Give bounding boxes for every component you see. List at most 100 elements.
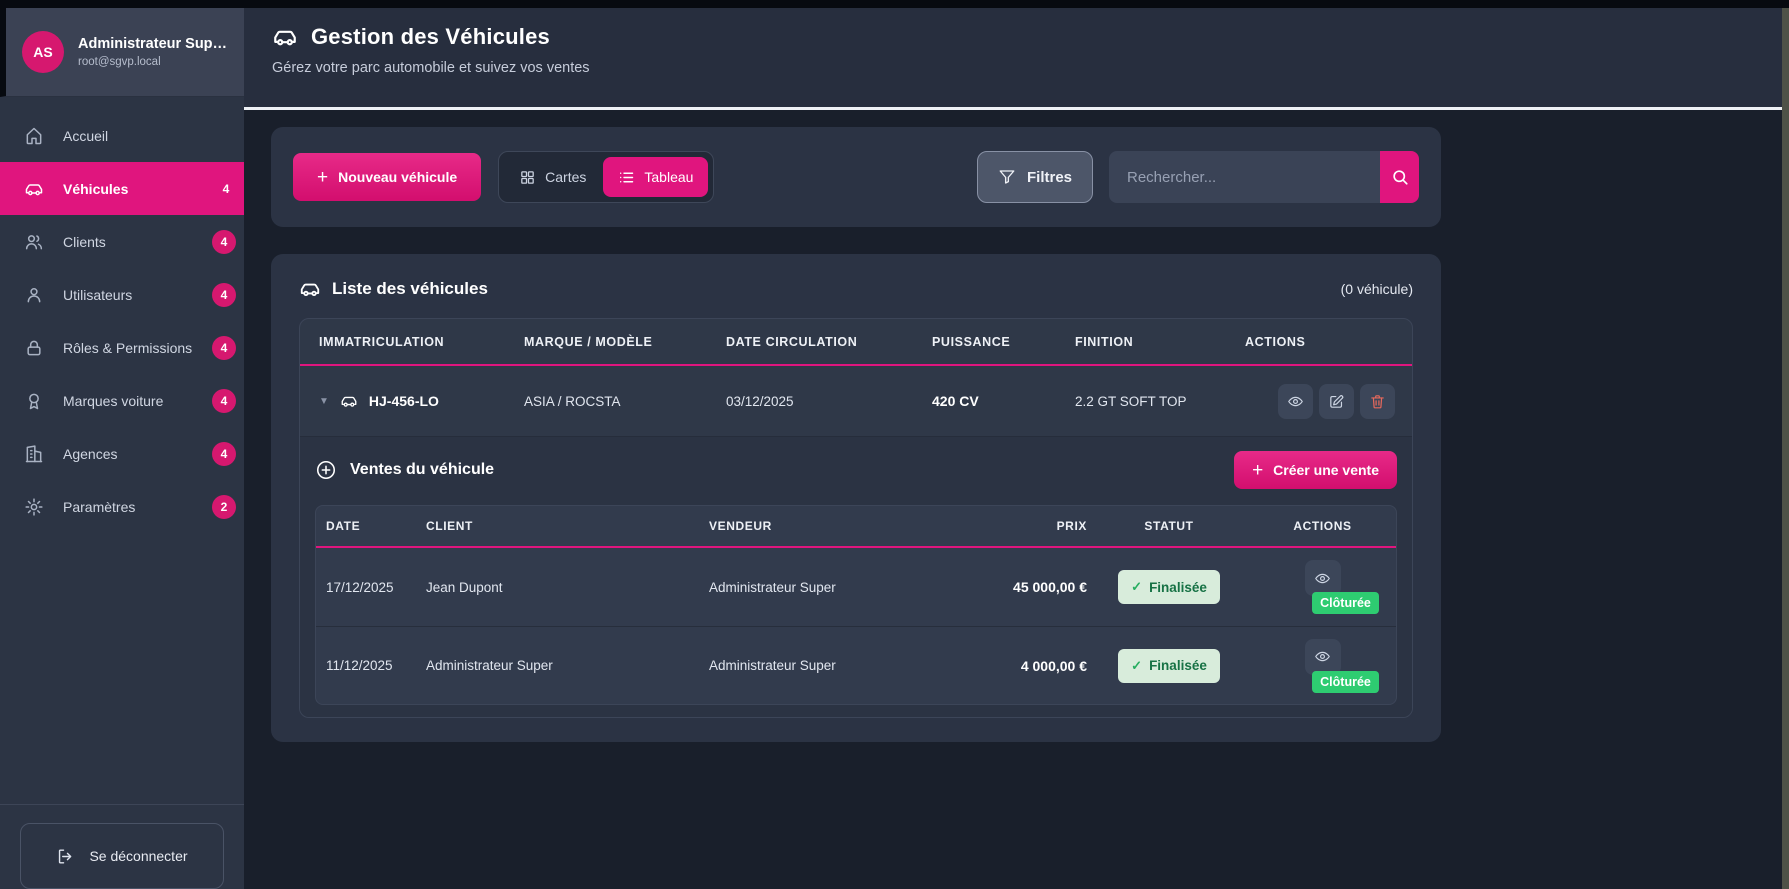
building-icon [25, 444, 43, 462]
view-sale-button[interactable] [1304, 560, 1341, 596]
sidebar-item-parametres[interactable]: Paramètres 2 [0, 480, 244, 533]
search-button[interactable] [1380, 151, 1419, 203]
sidebar-item-label: Agences [63, 445, 118, 462]
user-profile: AS Administrateur Sup… root@sgvp.local [0, 8, 244, 97]
status-badge: ✓ Finalisée [1118, 570, 1220, 604]
vehicle-marque-modele: ASIA / ROCSTA [524, 393, 621, 409]
sales-section: Ventes du véhicule + Créer une vente DAT… [300, 436, 1412, 717]
view-cards-button[interactable]: Cartes [504, 157, 601, 197]
sidebar-nav: Accueil Véhicules 4 Clients 4 Utilisateu… [0, 97, 244, 804]
sidebar-item-roles-permissions[interactable]: Rôles & Permissions 4 [0, 321, 244, 374]
item-badge: 4 [212, 388, 236, 413]
column-header: DATE [326, 519, 361, 533]
sale-prix: 45 000,00 € [1013, 579, 1087, 595]
check-icon: ✓ [1131, 657, 1143, 673]
main-area: Gestion des Véhicules Gérez votre parc a… [244, 8, 1789, 889]
plus-circle-icon [316, 460, 336, 480]
column-header: VENDEUR [709, 519, 772, 533]
column-header: STATUT [1144, 519, 1194, 533]
vehicles-card-header: Liste des véhicules (0 véhicule) [299, 278, 1413, 300]
sale-row[interactable]: 11/12/2025 Administrateur Super Administ… [316, 626, 1396, 704]
filters-button[interactable]: Filtres [976, 151, 1093, 203]
sales-table-header: DATE CLIENT VENDEUR PRIX STATUT ACTIONS [316, 506, 1396, 548]
page-subtitle: Gérez votre parc automobile et suivez vo… [272, 60, 590, 76]
vehicles-table-header: IMMATRICULATION MARQUE / MODÈLE DATE CIR… [300, 319, 1412, 366]
sidebar-item-label: Marques voiture [63, 392, 164, 409]
cloturee-badge: Clôturée [1312, 592, 1379, 614]
sidebar-item-label: Paramètres [63, 498, 136, 515]
sidebar-item-marques-voiture[interactable]: Marques voiture 4 [0, 374, 244, 427]
column-header: ACTIONS [1245, 334, 1306, 349]
sale-date: 17/12/2025 [326, 579, 394, 595]
page-header: Gestion des Véhicules Gérez votre parc a… [244, 8, 1789, 110]
page-title: Gestion des Véhicules [311, 24, 550, 49]
sidebar-item-label: Accueil [63, 127, 109, 144]
new-vehicle-label: Nouveau véhicule [338, 169, 458, 185]
filters-label: Filtres [1026, 168, 1072, 186]
column-header: PRIX [1056, 519, 1087, 533]
app-root: AS Administrateur Sup… root@sgvp.local A… [0, 0, 1789, 889]
item-badge: 4 [212, 229, 236, 254]
sidebar-item-utilisateurs[interactable]: Utilisateurs 4 [0, 268, 244, 321]
sidebar-item-label: Véhicules [63, 180, 129, 197]
plus-icon: + [317, 166, 329, 188]
edit-vehicle-button[interactable] [1319, 383, 1354, 419]
toolbar: + Nouveau véhicule Cartes Tableau Filtre… [271, 127, 1441, 227]
vehicles-card-title: Liste des véhicules [332, 279, 488, 298]
scrollbar[interactable] [1782, 8, 1789, 889]
car-icon [341, 396, 357, 407]
item-badge: 4 [212, 335, 236, 360]
new-vehicle-button[interactable]: + Nouveau véhicule [293, 153, 482, 201]
award-icon [29, 393, 39, 409]
item-badge: 2 [212, 494, 236, 519]
item-badge: 4 [212, 441, 236, 466]
sidebar-item-vehicules[interactable]: Véhicules 4 [0, 162, 244, 215]
list-icon [620, 172, 634, 182]
view-toggle: Cartes Tableau [498, 151, 715, 203]
page-content: + Nouveau véhicule Cartes Tableau Filtre… [244, 110, 1789, 889]
car-icon [25, 183, 43, 195]
view-table-button[interactable]: Tableau [603, 157, 709, 197]
sidebar-item-label: Clients [63, 233, 106, 250]
caret-down-icon[interactable]: ▼ [319, 396, 329, 407]
sale-row[interactable]: 17/12/2025 Jean Dupont Administrateur Su… [316, 548, 1396, 626]
view-vehicle-button[interactable] [1278, 383, 1313, 419]
column-header: CLIENT [426, 519, 473, 533]
logout-button[interactable]: Se déconnecter [20, 823, 224, 889]
check-icon: ✓ [1131, 579, 1143, 594]
vehicle-immatriculation: HJ-456-LO [368, 393, 439, 409]
column-header: ACTIONS [1293, 519, 1352, 533]
search-input[interactable] [1109, 151, 1380, 203]
item-badge: 4 [212, 282, 236, 307]
view-table-label: Tableau [644, 169, 694, 185]
sidebar-item-agences[interactable]: Agences 4 [0, 427, 244, 480]
cloturee-badge: Clôturée [1312, 670, 1379, 693]
sales-section-title: Ventes du véhicule [350, 461, 495, 478]
item-badge: 4 [222, 181, 230, 196]
delete-vehicle-button[interactable] [1360, 383, 1395, 419]
user-icon [27, 287, 41, 302]
user-name: Administrateur Sup… [78, 36, 228, 52]
sidebar-item-label: Utilisateurs [63, 286, 133, 303]
eye-icon [1315, 573, 1330, 583]
sidebar-footer: Se déconnecter [0, 804, 244, 889]
vehicle-row[interactable]: ▼ HJ-456-LO ASIA / ROCSTA 03/12/2025 420… [300, 366, 1412, 436]
column-header: IMMATRICULATION [319, 334, 445, 349]
users-icon [25, 234, 43, 249]
column-header: PUISSANCE [932, 334, 1011, 349]
sidebar-item-clients[interactable]: Clients 4 [0, 215, 244, 268]
create-sale-label: Créer une vente [1273, 462, 1379, 478]
car-icon [300, 283, 320, 297]
view-sale-button[interactable] [1304, 638, 1341, 675]
vehicle-finition: 2.2 GT SOFT TOP [1075, 393, 1187, 409]
sale-date: 11/12/2025 [326, 658, 393, 673]
vehicle-puissance: 420 CV [932, 393, 979, 409]
sale-prix: 4 000,00 € [1020, 657, 1087, 674]
eye-icon [1315, 651, 1330, 662]
logout-icon [59, 848, 72, 864]
sale-client: Jean Dupont [426, 579, 503, 595]
search-icon [1392, 170, 1408, 185]
trash-icon [1371, 394, 1384, 408]
create-sale-button[interactable]: + Créer une vente [1234, 451, 1397, 489]
sidebar-item-accueil[interactable]: Accueil [0, 109, 244, 162]
